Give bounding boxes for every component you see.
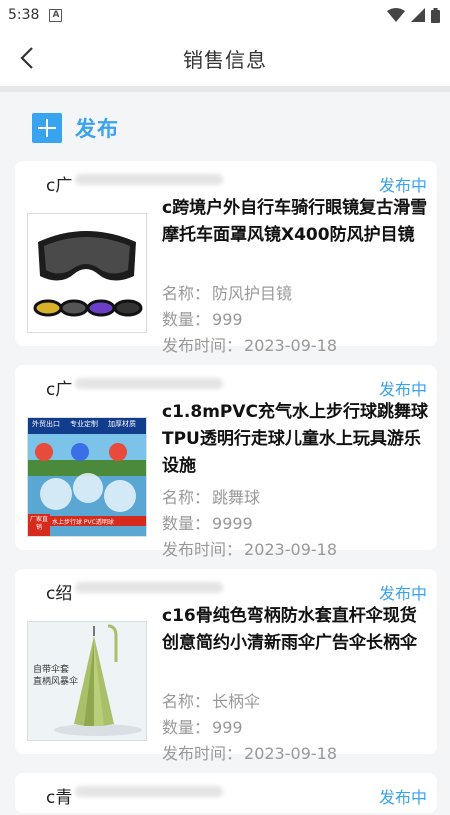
product-qty-row: 数量： 999 bbox=[162, 310, 243, 329]
product-image-umbrella[interactable]: 自带伞套 直柄风暴伞 bbox=[27, 621, 147, 741]
product-title: c16骨纯色弯柄防水套直杆伞现货 创意简约小清新雨伞广告伞长柄伞 bbox=[162, 606, 417, 653]
blurred-shop-detail bbox=[75, 786, 223, 797]
publish-status: 发布中 bbox=[378, 380, 427, 399]
shop-name: c广 bbox=[46, 176, 73, 196]
product-card[interactable]: c绍 发布中 自带伞套 直柄风暴伞 c16骨纯色弯柄防水套直杆伞现货 创意简约小… bbox=[15, 569, 437, 763]
blurred-shop-detail bbox=[75, 582, 223, 593]
product-card[interactable]: c广 发布中 c跨境户外自行车骑行眼镜复古滑雪摩托车面罩风镜X400防风护目镜 … bbox=[15, 161, 437, 355]
product-title: c1.8mPVC充气水上步行球跳舞球TPU透明行走球儿童水上玩具游乐设施 bbox=[162, 402, 428, 476]
card-header: c青 发布中 bbox=[15, 773, 437, 815]
plus-icon bbox=[32, 113, 62, 143]
product-image-goggles[interactable] bbox=[27, 213, 147, 333]
product-time-row: 发布时间： 2023-09-18 bbox=[162, 540, 337, 559]
shop-name: c广 bbox=[46, 380, 73, 400]
product-card[interactable]: c广 发布中 外贸出口 专业定制 加厚材质 厂家直销 水上步行球 PVC透明球 … bbox=[15, 365, 437, 559]
product-card[interactable]: c青 发布中 bbox=[15, 773, 437, 813]
notification-a-icon: A bbox=[49, 8, 63, 22]
publish-status: 发布中 bbox=[378, 584, 427, 603]
battery-icon bbox=[431, 7, 440, 23]
shop-name: c绍 bbox=[46, 584, 73, 604]
product-time-row: 发布时间： 2023-09-18 bbox=[162, 744, 337, 763]
product-title: c跨境户外自行车骑行眼镜复古滑雪摩托车面罩风镜X400防风护目镜 bbox=[162, 198, 428, 245]
publish-button[interactable]: 发布 bbox=[0, 92, 450, 164]
status-time: 5:38 bbox=[8, 7, 40, 23]
product-qty-row: 数量： 999 bbox=[162, 718, 243, 737]
signal-icon bbox=[411, 8, 425, 22]
product-name-row: 名称： 跳舞球 bbox=[162, 488, 261, 507]
shop-name: c青 bbox=[46, 788, 73, 808]
product-time-row: 发布时间： 2023-09-18 bbox=[162, 336, 337, 355]
blurred-shop-detail bbox=[75, 174, 223, 185]
page-title: 销售信息 bbox=[183, 47, 267, 72]
product-name-row: 名称： 防风护目镜 bbox=[162, 284, 293, 303]
publish-status: 发布中 bbox=[378, 176, 427, 195]
publish-status: 发布中 bbox=[378, 788, 427, 807]
product-name-row: 名称： 长柄伞 bbox=[162, 692, 261, 711]
blurred-shop-detail bbox=[75, 378, 223, 389]
wifi-icon bbox=[387, 8, 405, 22]
app-header: 销售信息 bbox=[0, 30, 450, 92]
publish-label: 发布 bbox=[75, 117, 119, 141]
product-image-water-ball[interactable]: 外贸出口 专业定制 加厚材质 厂家直销 水上步行球 PVC透明球 bbox=[27, 417, 147, 537]
status-bar: 5:38 A bbox=[0, 0, 450, 30]
back-arrow-icon[interactable] bbox=[14, 44, 42, 72]
product-qty-row: 数量： 9999 bbox=[162, 514, 253, 533]
